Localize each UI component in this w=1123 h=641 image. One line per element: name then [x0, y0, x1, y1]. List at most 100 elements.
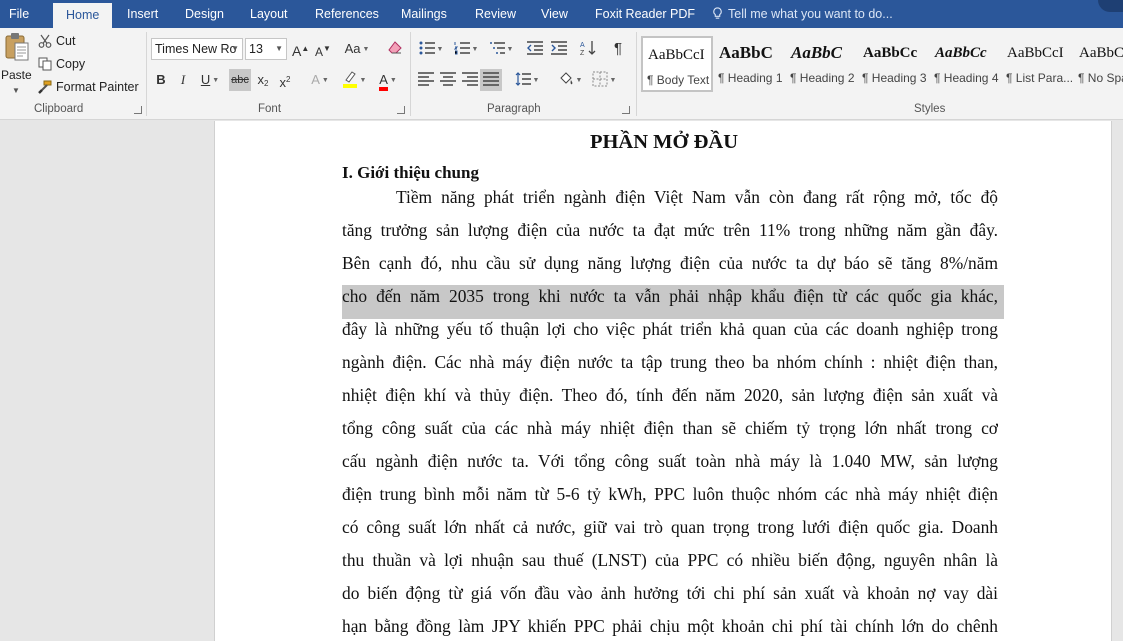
- paintbrush-icon: [38, 80, 52, 94]
- tab-references[interactable]: References: [315, 0, 379, 28]
- subscript-button[interactable]: x2: [254, 69, 272, 91]
- align-center-button[interactable]: [438, 69, 458, 91]
- text-effects-button[interactable]: A ▼: [307, 69, 333, 91]
- bullets-button[interactable]: ▼: [416, 38, 446, 60]
- decrease-indent-button[interactable]: [525, 38, 545, 60]
- tab-review[interactable]: Review: [475, 0, 516, 28]
- clipboard-dialog-launcher[interactable]: [134, 106, 142, 114]
- paragraph-line: điện trung bình mỗi năm từ 5-6 tỷ kWh, P…: [342, 484, 998, 504]
- style-heading-2[interactable]: AaBbC ¶ Heading 2: [786, 36, 858, 92]
- tab-design[interactable]: Design: [185, 0, 224, 28]
- format-painter-button[interactable]: Format Painter: [38, 77, 139, 97]
- change-case-button[interactable]: Aa ▼: [343, 38, 371, 60]
- chevron-down-icon: ▼: [506, 46, 514, 53]
- increase-indent-button[interactable]: [549, 38, 569, 60]
- tab-foxit-reader-pdf[interactable]: Foxit Reader PDF: [595, 0, 695, 28]
- lightbulb-icon: [713, 7, 722, 19]
- copy-button[interactable]: Copy: [38, 54, 85, 74]
- align-right-button[interactable]: [460, 69, 480, 91]
- tab-view[interactable]: View: [541, 0, 568, 28]
- style-name: ¶ No Spa: [1078, 71, 1123, 85]
- format-painter-label: Format Painter: [56, 80, 139, 94]
- cut-button[interactable]: Cut: [38, 31, 75, 51]
- grow-font-label: A: [292, 43, 302, 59]
- font-color-button[interactable]: A ▼: [373, 69, 403, 91]
- styles-group-label: Styles: [914, 103, 946, 115]
- document-page[interactable]: PHẦN MỞ ĐẦU I. Giới thiệu chung Tiềm năn…: [214, 121, 1112, 641]
- paragraph-line: Tiềm năng phát triển ngành điện Việt Nam…: [396, 187, 998, 207]
- svg-text:A: A: [580, 42, 585, 49]
- multilevel-list-button[interactable]: ▼: [486, 38, 516, 60]
- paste-button[interactable]: Paste: [1, 68, 32, 82]
- style-heading-4[interactable]: AaBbCc ¶ Heading 4: [930, 36, 1002, 92]
- grow-font-button[interactable]: A▲: [292, 38, 310, 60]
- chevron-down-icon: ▼: [359, 77, 367, 84]
- style-sample: AaBbCcI: [1007, 45, 1064, 61]
- tell-me-search[interactable]: Tell me what you want to do...: [712, 0, 893, 28]
- paste-dropdown-icon[interactable]: ▼: [12, 86, 20, 95]
- paste-icon[interactable]: [4, 32, 30, 62]
- eraser-icon: [388, 41, 402, 54]
- group-separator: [146, 32, 147, 116]
- style-heading-1[interactable]: AaBbC ¶ Heading 1: [714, 36, 786, 92]
- text-highlight-button[interactable]: ▼: [339, 69, 369, 91]
- font-size-value: 13: [249, 42, 263, 56]
- style-list-paragraph[interactable]: AaBbCcI ¶ List Para...: [1002, 36, 1074, 92]
- borders-button[interactable]: ▼: [589, 69, 619, 91]
- sort-button[interactable]: AZ: [578, 38, 598, 60]
- svg-text:Z: Z: [580, 50, 585, 56]
- shrink-font-button[interactable]: A▼: [315, 38, 331, 60]
- title-corner-decoration: [1098, 0, 1123, 12]
- style-body-text[interactable]: AaBbCcI ¶ Body Text: [641, 36, 713, 92]
- paragraph-line-selected: cho đến năm 2035 trong khi nước ta vẫn p…: [342, 285, 1004, 319]
- bullet-list-icon: [419, 41, 435, 55]
- strikethrough-button[interactable]: abc: [229, 69, 251, 91]
- bold-button[interactable]: B: [153, 69, 169, 91]
- shading-button[interactable]: ▼: [555, 69, 585, 91]
- font-family-combo[interactable]: Times New Ro ▼: [151, 38, 243, 60]
- document-canvas: PHẦN MỞ ĐẦU I. Giới thiệu chung Tiềm năn…: [0, 121, 1123, 641]
- paragraph-line: cấu ngành điện nước ta. Với tổng công su…: [342, 451, 998, 471]
- paragraph-line: do biến động từ giá vốn đầu vào ảnh hưởn…: [342, 583, 998, 603]
- change-case-label: Aa: [344, 41, 361, 56]
- tab-file[interactable]: File: [9, 0, 29, 28]
- tab-insert[interactable]: Insert: [127, 0, 158, 28]
- copy-label: Copy: [56, 57, 86, 71]
- copy-icon: [38, 57, 52, 71]
- clear-formatting-button[interactable]: [386, 38, 404, 60]
- align-left-button[interactable]: [416, 69, 436, 91]
- underline-button[interactable]: U ▼: [197, 69, 223, 91]
- caret-up-icon: ▲: [301, 44, 310, 53]
- style-no-spacing[interactable]: AaBbC ¶ No Spa: [1074, 36, 1123, 92]
- paragraph-line: thu thuần và lợi nhuận sau thuế (LNST) c…: [342, 550, 998, 570]
- justify-button[interactable]: [480, 69, 502, 91]
- tell-me-text: Tell me what you want to do...: [728, 7, 893, 21]
- underline-label: U: [200, 72, 211, 87]
- numbering-button[interactable]: ▼: [451, 38, 481, 60]
- tab-home[interactable]: Home: [53, 3, 113, 28]
- tab-layout[interactable]: Layout: [250, 0, 288, 28]
- chevron-down-icon: ▼: [575, 77, 583, 84]
- section-heading: I. Giới thiệu chung: [342, 163, 479, 182]
- style-heading-3[interactable]: AaBbCc ¶ Heading 3: [858, 36, 930, 92]
- line-spacing-icon: [515, 72, 531, 86]
- line-spacing-button[interactable]: ▼: [512, 69, 542, 91]
- font-color-label: A: [379, 72, 388, 91]
- caret-down-icon: ▼: [323, 44, 331, 53]
- chevron-down-icon: ▼: [321, 77, 329, 84]
- font-dialog-launcher[interactable]: [397, 106, 405, 114]
- paragraph-dialog-launcher[interactable]: [622, 106, 630, 114]
- paragraph-line: hạn bằng đồng làm JPY khiến PPC phải chị…: [342, 616, 998, 636]
- chevron-down-icon: ▼: [362, 46, 370, 53]
- chevron-down-icon: ▼: [231, 44, 239, 53]
- increase-indent-icon: [551, 41, 567, 55]
- superscript-button[interactable]: x2: [276, 69, 294, 91]
- document-title: PHẦN MỞ ĐẦU: [589, 131, 739, 153]
- paragraph-line: nhiệt điện khí và thủy điện. Theo đó, tí…: [342, 385, 998, 405]
- show-formatting-marks-button[interactable]: ¶: [608, 38, 628, 60]
- italic-button[interactable]: I: [175, 69, 191, 91]
- tab-mailings[interactable]: Mailings: [401, 0, 447, 28]
- sort-az-icon: AZ: [580, 41, 596, 57]
- font-size-combo[interactable]: 13 ▼: [245, 38, 287, 60]
- scissors-icon: [38, 34, 52, 48]
